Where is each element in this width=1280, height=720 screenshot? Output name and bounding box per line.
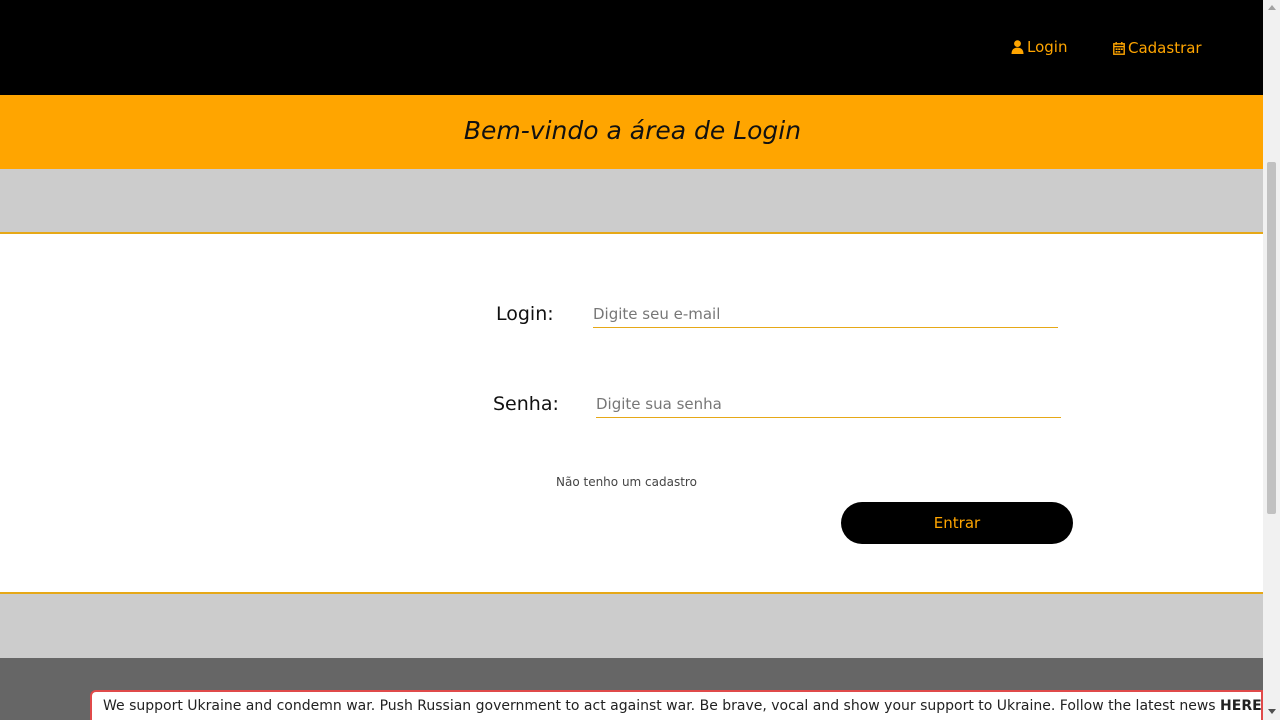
nav-login-link[interactable]: Login [1011, 38, 1067, 56]
calendar-icon [1113, 41, 1125, 55]
top-navbar: Login Cadastrar [0, 0, 1263, 95]
scrollbar-thumb[interactable] [1267, 162, 1276, 514]
top-divider-band [0, 169, 1263, 234]
nav-register-label: Cadastrar [1128, 39, 1202, 57]
welcome-banner: Bem-vindo a área de Login [0, 95, 1263, 169]
password-field-label: Senha: [493, 393, 559, 415]
page-title: Bem-vindo a área de Login [463, 115, 802, 145]
email-input[interactable] [593, 301, 1058, 328]
bottom-divider-band [0, 592, 1263, 660]
scroll-down-icon[interactable] [1268, 709, 1276, 714]
nav-register-link[interactable]: Cadastrar [1113, 39, 1202, 57]
vertical-scrollbar[interactable] [1263, 0, 1280, 720]
login-field-label: Login: [496, 303, 554, 325]
password-input[interactable] [596, 391, 1061, 418]
notice-text: We support Ukraine and condemn war. Push… [103, 698, 1221, 714]
register-link[interactable]: Não tenho um cadastro [556, 475, 697, 489]
page: Login Cadastrar Bem-vindo a área de Logi… [0, 0, 1280, 720]
login-form: Login: Senha: Não tenho um cadastro Entr… [0, 234, 1263, 592]
nav-login-label: Login [1027, 38, 1068, 56]
scroll-up-icon[interactable] [1268, 5, 1276, 10]
user-icon [1011, 40, 1024, 54]
login-submit-button[interactable]: Entrar [841, 502, 1073, 544]
ukraine-support-notice: We support Ukraine and condemn war. Push… [90, 690, 1263, 720]
page-content: Login Cadastrar Bem-vindo a área de Logi… [0, 0, 1263, 720]
notice-news-link[interactable]: HERE [1220, 698, 1261, 714]
